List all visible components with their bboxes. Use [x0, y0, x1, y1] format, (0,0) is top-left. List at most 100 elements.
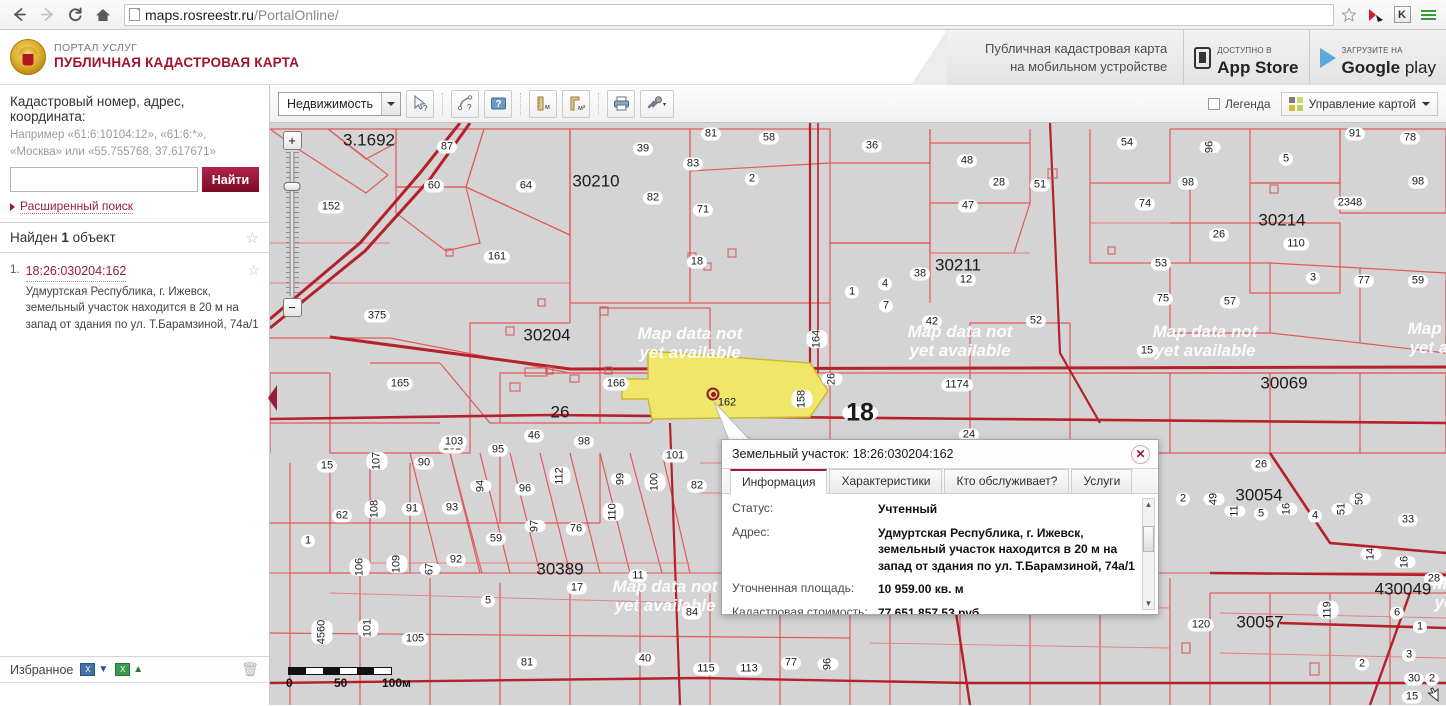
parcel-number-label: 2348 [1333, 196, 1367, 210]
collapse-sidebar-icon[interactable] [268, 385, 277, 411]
header-promo: Публичная кадастровая карта на мобильном… [910, 30, 1446, 85]
kaspersky-icon[interactable] [1364, 3, 1388, 27]
legend-checkbox[interactable]: Легенда [1207, 96, 1271, 111]
play-triangle-icon [1319, 47, 1336, 68]
result-cadastral-number[interactable]: 18:26:030204:162 [25, 263, 127, 283]
link-tool[interactable] [640, 89, 674, 118]
tab-informaciya[interactable]: Информация [730, 469, 828, 494]
google-play-sub: ЗАГРУЗИТЕ НА [1341, 45, 1403, 55]
excel-export-icon[interactable]: X [80, 663, 96, 676]
star-icon[interactable]: ☆ [246, 229, 259, 247]
parcel-number-label: 81 [516, 656, 538, 670]
parcel-number-label: 53 [1150, 257, 1172, 271]
hamburger-menu-icon[interactable] [1416, 3, 1440, 27]
app-store-button[interactable]: Доступно в App Store [1183, 30, 1309, 85]
favorites-empty-area [0, 683, 269, 705]
parcel-number-label: 101 [357, 618, 379, 638]
parcel-number-label: 106 [349, 557, 371, 577]
parcel-number-label: 97 [524, 519, 546, 533]
parcel-number-label: 2 [1175, 492, 1191, 506]
back-arrow-icon[interactable] [6, 3, 32, 27]
measure-length-tool[interactable]: м [529, 89, 557, 118]
zoom-slider-thumb[interactable] [283, 182, 301, 191]
mobile-phone-icon [1194, 46, 1212, 69]
parcel-number-label: 18 [686, 255, 708, 269]
parcel-number-label: 78 [1399, 131, 1421, 145]
zoom-in-button[interactable]: + [282, 131, 302, 150]
parcel-number-label: 30389 [536, 559, 584, 579]
parcel-number-label: 46 [523, 429, 545, 443]
tab-uslugi[interactable]: Услуги [1071, 469, 1133, 493]
parcel-number-label: 62 [331, 509, 353, 523]
search-input[interactable] [10, 167, 198, 193]
legend-label: Легенда [1224, 96, 1271, 111]
parcel-number-label: 76 [565, 522, 587, 536]
home-icon[interactable] [90, 3, 116, 27]
parcel-number-label: 115 [693, 662, 719, 676]
parcel-number-label: 94 [470, 479, 492, 493]
result-index: 1. [10, 264, 20, 277]
google-play-button[interactable]: ЗАГРУЗИТЕ НА Google play [1308, 30, 1446, 85]
select-pointer-tool[interactable]: ? [406, 89, 434, 118]
tab-harakteristiki[interactable]: Характеристики [829, 469, 943, 493]
promo-slab: Публичная кадастровая карта на мобильном… [910, 30, 1184, 85]
info-key: Уточненная площадь: [732, 581, 855, 596]
print-tool[interactable] [607, 89, 635, 118]
parcel-number-label: 164 [806, 329, 828, 349]
scale-zero: 0 [286, 676, 293, 690]
svg-text:?: ? [467, 103, 472, 112]
draw-query-tool[interactable]: ? [451, 89, 479, 118]
scale-max: 100м [382, 676, 411, 690]
measure-area-tool[interactable]: м² [562, 89, 590, 118]
star-icon[interactable]: ☆ [247, 262, 260, 279]
search-button[interactable]: Найти [202, 167, 259, 193]
selected-parcel-marker[interactable] [706, 387, 720, 401]
scroll-down-arrow-icon[interactable]: ▼ [1145, 598, 1153, 609]
parcel-number-label: 36 [861, 139, 883, 153]
reload-icon[interactable] [62, 3, 88, 27]
parcel-number-label: 30054 [1235, 485, 1283, 505]
map-canvas[interactable]: Map data not yet available Map data not ye… [270, 123, 1446, 705]
address-bar[interactable]: maps.rosreestr.ru/PortalOnline/ [124, 3, 1334, 26]
star-icon[interactable] [1336, 3, 1362, 27]
svg-text:?: ? [423, 104, 428, 113]
parcel-number-label: 105 [401, 632, 429, 646]
tab-kto-obsluzhivaet[interactable]: Кто обслуживает? [944, 469, 1070, 493]
trash-icon[interactable]: 🗑 [241, 661, 259, 678]
advanced-search-link[interactable]: Расширенный поиск [10, 199, 259, 215]
parcel-number-label: 112 [549, 467, 571, 485]
zoom-out-button[interactable]: − [282, 298, 302, 317]
parcel-number-label: 91 [401, 502, 423, 516]
parcel-number-label: 84 [681, 606, 703, 620]
info-tool[interactable]: ? [484, 89, 512, 118]
parcel-number-label: 162 [717, 396, 737, 409]
layer-select[interactable]: Недвижимость [278, 91, 401, 116]
close-icon[interactable]: ✕ [1131, 444, 1150, 464]
forward-arrow-icon[interactable] [34, 3, 60, 27]
scroll-up-arrow-icon[interactable]: ▲ [1145, 499, 1153, 510]
parcel-number-label: 120 [1187, 618, 1215, 632]
excel-import-icon[interactable]: X [115, 663, 131, 676]
favorites-label: Избранное [10, 662, 74, 677]
parcel-number-label: 11 [1224, 505, 1246, 517]
parcel-number-label: 375 [363, 309, 391, 323]
parcel-number-label: 77 [1353, 274, 1375, 288]
map-control-dropdown[interactable]: Управление картой [1280, 91, 1438, 116]
found-count-text: Найден 1 объект [10, 230, 116, 246]
parcel-number-label: 3.1692 [343, 130, 395, 150]
site-logo[interactable]: ПОРТАЛ УСЛУГ ПУБЛИЧНАЯ КАДАСТРОВАЯ КАРТА [0, 39, 299, 75]
chevron-down-icon [1422, 101, 1430, 106]
parcel-number-label: 26 [1208, 228, 1230, 242]
search-hint-2: «Москва» или «55.755768, 37.617671» [10, 145, 216, 158]
popup-scrollbar[interactable]: ▲ ▼ [1142, 498, 1155, 610]
parcel-number-label: 30204 [523, 325, 571, 345]
extension-icon[interactable]: K [1390, 3, 1414, 27]
zoom-slider-track[interactable] [283, 152, 301, 296]
triangle-right-icon [10, 202, 15, 211]
list-item[interactable]: 1. 18:26:030204:162 Удмуртская Республик… [0, 253, 269, 339]
info-key: Адрес: [732, 524, 770, 539]
toolbar-separator [442, 92, 443, 115]
scrollbar-thumb[interactable] [1143, 526, 1154, 552]
parcel-number-label: 108 [364, 499, 386, 519]
info-row-address: Адрес: Удмуртская Республика, г. Ижевск,… [732, 525, 1136, 575]
